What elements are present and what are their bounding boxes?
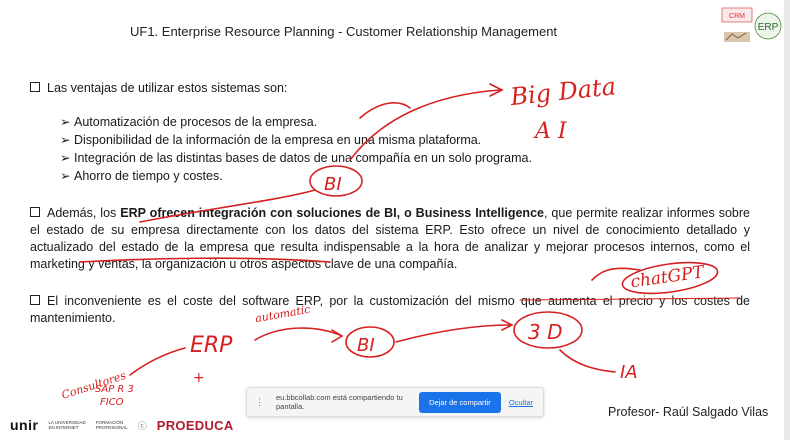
arrow-bullet-icon: ➢ — [60, 133, 71, 147]
presentation-slide: UF1. Enterprise Resource Planning - Cust… — [0, 0, 790, 440]
bi-bottom-note: BI — [357, 335, 375, 356]
arrowhead-icon — [331, 329, 344, 343]
erp-note: ERP — [190, 333, 233, 358]
cc-icon: ⓒ — [137, 420, 147, 431]
unir-logo: unir — [10, 417, 39, 433]
advantage-item: ➢ Ahorro de tiempo y costes. — [60, 169, 223, 183]
slide-title: UF1. Enterprise Resource Planning - Cust… — [130, 24, 558, 39]
fico-note: FICO — [100, 397, 124, 408]
screen-share-bar: ⋮ eu.bbcollab.com está compartiendo tu p… — [246, 387, 544, 417]
checkbox-bullet-icon — [30, 295, 40, 305]
checkbox-bullet-icon — [30, 82, 40, 92]
erp-bi-paragraph: Además, los ERP ofrecen integración con … — [30, 206, 750, 271]
arrow-erp-to-bi — [254, 327, 341, 341]
advantage-item: ➢ Disponibilidad de la información de la … — [60, 133, 482, 147]
intro-bullet: Las ventajas de utilizar estos sistemas … — [30, 80, 287, 97]
bi-top-note: BI — [324, 174, 342, 195]
sap-note: SAP R 3 — [95, 384, 134, 395]
bi-term: ofrecen integración con soluciones de BI… — [145, 206, 544, 220]
ia-note: IA — [620, 362, 638, 383]
advantage-item: ➢ Integración de las distintas bases de d… — [60, 151, 532, 165]
window-edge — [784, 0, 790, 440]
erp-label: ERP — [758, 22, 779, 33]
arrow-bullet-icon: ➢ — [60, 169, 71, 183]
arrow-bullet-icon: ➢ — [60, 151, 71, 165]
cost-paragraph: El inconveniente es el coste del softwar… — [30, 294, 750, 325]
crm-label: CRM — [729, 13, 745, 20]
crm-erp-logo: CRM ERP — [720, 6, 784, 46]
plus-note: + — [193, 370, 205, 386]
share-message: eu.bbcollab.com está compartiendo tu pan… — [276, 393, 403, 411]
hide-link[interactable]: Ocultar — [509, 398, 533, 407]
fp-tagline: FORMACIÓN PROFESIONAL — [95, 420, 128, 430]
intro-text: Las ventajas de utilizar estos sistemas … — [47, 81, 288, 95]
footer-logos: unir LA UNIVERSIDAD EN INTERNET FORMACIÓN… — [10, 415, 234, 435]
arrow-bullet-icon: ➢ — [60, 115, 71, 129]
consultores-note: Consultores — [60, 369, 128, 402]
bi-bottom-circle — [345, 326, 395, 358]
erp-term: ERP — [120, 206, 146, 220]
big-data-note: Big Data — [508, 72, 617, 111]
bi-top-circle — [309, 165, 363, 197]
arrowhead-icon — [489, 83, 504, 97]
ai-note: A I — [533, 119, 568, 144]
unir-tagline: LA UNIVERSIDAD EN INTERNET — [48, 420, 86, 430]
checkbox-bullet-icon — [30, 207, 40, 217]
professor-name: Profesor- Raúl Salgado Vilas — [608, 405, 769, 419]
advantage-item: ➢ Automatización de procesos de la empres… — [60, 115, 318, 129]
arrow-bi-to-3d — [395, 324, 511, 343]
stop-sharing-button[interactable]: Dejar de compartir — [419, 391, 501, 413]
proeduca-logo: PROEDUCA — [156, 417, 234, 433]
drag-handle-icon[interactable]: ⋮ — [255, 397, 264, 408]
arrow-3d-to-ia — [559, 349, 616, 373]
